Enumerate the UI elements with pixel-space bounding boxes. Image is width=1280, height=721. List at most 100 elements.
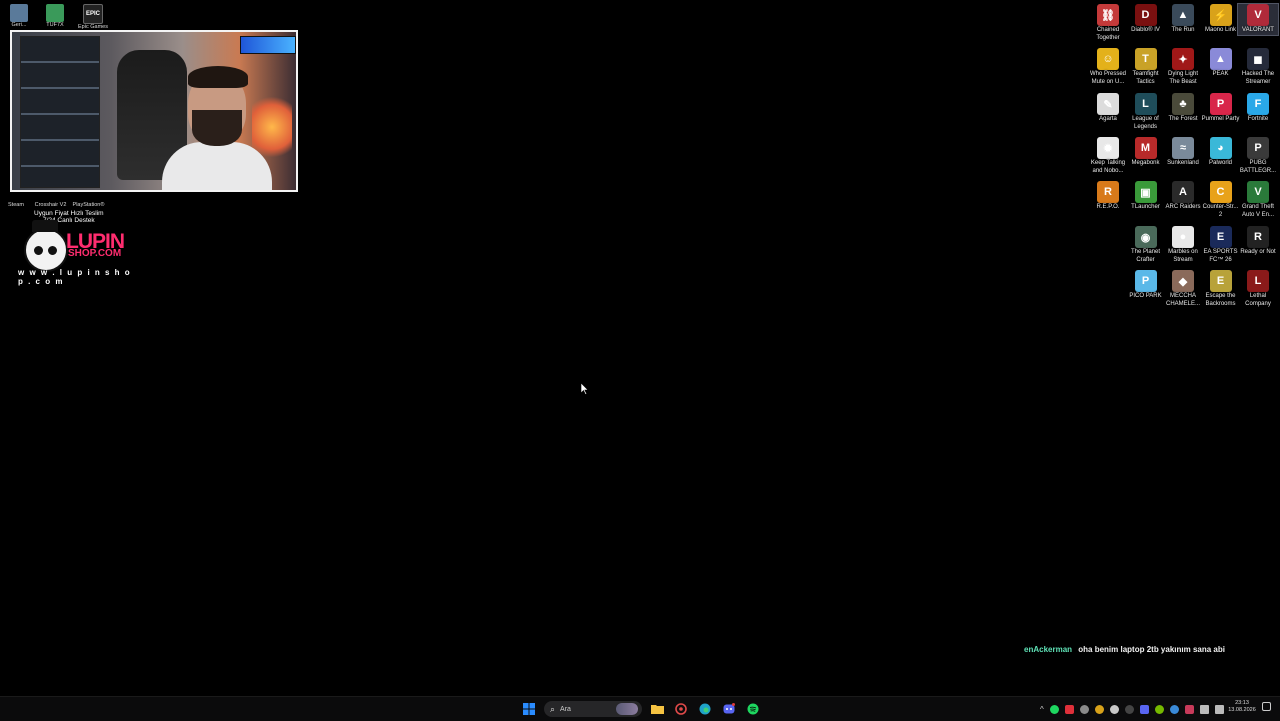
cam-person-beard	[192, 110, 242, 146]
desktop-icon-label: PICO PARK	[1129, 293, 1162, 299]
discord-button[interactable]	[720, 700, 738, 718]
chat-text: oha benim laptop 2tb yakınım sana abi	[1078, 645, 1225, 654]
app-icon: V	[1247, 4, 1269, 26]
app-button-1[interactable]	[672, 700, 690, 718]
desktop-icon-label: The Forest	[1168, 116, 1198, 122]
app-icon: ◼	[1247, 48, 1269, 70]
tray-spotify-icon[interactable]	[1049, 704, 1059, 714]
desktop-icon[interactable]: ▣ TLauncher	[1126, 181, 1166, 212]
desktop-icon[interactable]: P PICO PARK	[1126, 270, 1166, 301]
folder-icon	[650, 705, 664, 714]
desktop-icon[interactable]: M Megabonk	[1126, 137, 1166, 168]
desktop-icon[interactable]: ◼ Hacked The Streamer	[1238, 48, 1278, 86]
desktop-icon-label: VALORANT	[1242, 27, 1274, 33]
app-icon: ●	[1172, 226, 1194, 248]
desktop-icon-label: Palworld	[1208, 160, 1232, 166]
edge-icon	[699, 703, 711, 715]
crosshair-label[interactable]: Crosshair V2	[35, 202, 67, 208]
tray-steam-icon[interactable]	[1109, 704, 1119, 714]
tray-warning-icon[interactable]	[1094, 704, 1104, 714]
desktop-icon[interactable]: ⚡ Maono Link	[1201, 4, 1241, 35]
app-icon: ◆	[1172, 270, 1194, 292]
mouse-cursor-icon	[580, 382, 589, 400]
app-icon: ♣	[1172, 93, 1194, 115]
desktop-icon[interactable]: ♣ The Forest	[1163, 93, 1203, 124]
desktop-icon[interactable]: ◆ MECCHA CHAMELE...	[1163, 270, 1203, 308]
desktop-icon[interactable]: A ARC Raiders	[1163, 181, 1203, 212]
desktop-icon[interactable]: D Diablo® IV	[1126, 4, 1166, 35]
desktop-icon[interactable]: ✦ Dying Light The Beast	[1163, 48, 1203, 86]
desktop-icon[interactable]: ✎ Agarta	[1088, 93, 1128, 124]
clock-date: 13.08.2026	[1228, 707, 1256, 713]
desktop-icon[interactable]: L Lethal Company	[1238, 270, 1278, 308]
desktop-icon[interactable]: F Fortnite	[1238, 93, 1278, 124]
app-icon: L	[1247, 270, 1269, 292]
tray-discord-icon[interactable]	[1139, 704, 1149, 714]
steam-label[interactable]: Steam	[8, 202, 24, 208]
notification-icon[interactable]	[1262, 702, 1271, 711]
desktop-icon[interactable]: ⛓ Chained Together	[1088, 4, 1128, 42]
desktop-icon[interactable]: V Grand Theft Auto V En...	[1238, 181, 1278, 219]
desktop-icon[interactable]: P PUBG BATTLEGR...	[1238, 137, 1278, 175]
spotify-button[interactable]	[744, 700, 762, 718]
desktop-icon-epic[interactable]: EPIC Epic Games	[76, 4, 110, 31]
desktop-icon-label: Dying Light The Beast	[1167, 71, 1199, 85]
desktop-icon-label: Who Pressed Mute on U...	[1089, 71, 1126, 85]
start-button[interactable]	[520, 700, 538, 718]
desktop-icon[interactable]: E EA SPORTS FC™ 26	[1201, 226, 1241, 264]
app-icon: P	[1209, 93, 1232, 115]
desktop-icon[interactable]: ▲ PEAK	[1201, 48, 1241, 79]
desktop-icon[interactable]: ▲ The Run	[1163, 4, 1203, 35]
taskbar-center: ⌕ Ara	[520, 699, 762, 719]
taskbar-clock[interactable]: 23:13 13.08.2026	[1226, 700, 1258, 714]
desktop-icon-label: Hacked The Streamer	[1241, 71, 1275, 85]
desktop-icon[interactable]: ✹ Keep Talking and Nobo...	[1088, 137, 1128, 175]
desktop-icon[interactable]: ● Marbles on Stream	[1163, 226, 1203, 264]
app-icon: ☺	[1097, 48, 1119, 70]
search-highlight-icon	[616, 703, 638, 715]
desktop-icon[interactable]: T Teamfight Tactics	[1126, 48, 1166, 86]
app-icon: R	[1247, 226, 1269, 248]
tray-bluetooth-icon[interactable]	[1124, 704, 1134, 714]
mascot-eye-left	[34, 246, 43, 255]
desktop-icon-label: EA SPORTS FC™ 26	[1203, 249, 1238, 263]
taskbar-search[interactable]: ⌕ Ara	[544, 701, 642, 717]
desktop-icon-label: Geri...	[11, 22, 27, 28]
desktop-icon[interactable]: ≈ Sunkenland	[1163, 137, 1203, 168]
system-tray: ^	[1040, 701, 1224, 717]
epic-games-icon: EPIC	[83, 4, 103, 24]
tray-volume-icon[interactable]	[1214, 704, 1224, 714]
app-icon: L	[1134, 93, 1157, 115]
tray-app-icon[interactable]	[1079, 704, 1089, 714]
tray-chevron-up-icon[interactable]: ^	[1040, 705, 1044, 714]
playstation-label[interactable]: PlayStation®	[73, 202, 105, 208]
desktop-icon-recycle[interactable]: Geri...	[2, 4, 36, 29]
desktop-icon-tuf[interactable]: TUF7X	[38, 4, 72, 29]
desktop-icon[interactable]: ◉ The Planet Crafter	[1126, 226, 1166, 264]
tray-nvidia-icon[interactable]	[1154, 704, 1164, 714]
mascot-eye-right	[48, 246, 57, 255]
edge-button[interactable]	[696, 700, 714, 718]
desktop-icon-label: R.E.P.O.	[1096, 204, 1120, 210]
file-explorer-button[interactable]	[648, 700, 666, 718]
tray-mic-icon[interactable]	[1184, 704, 1194, 714]
desktop-icon-label: TUF7X	[46, 22, 64, 28]
desktop-icon[interactable]: R Ready or Not	[1238, 226, 1278, 257]
desktop-icon[interactable]: C Counter-Str... 2	[1201, 181, 1241, 219]
desktop-icon[interactable]: ◕ Palworld	[1201, 137, 1241, 168]
cam-shelf	[20, 36, 100, 188]
desktop-icon[interactable]: R R.E.P.O.	[1088, 181, 1128, 212]
desktop-icon[interactable]: L League of Legends	[1126, 93, 1166, 131]
desktop-icon[interactable]: P Pummel Party	[1201, 93, 1241, 124]
app-gear-icon	[675, 703, 687, 715]
desktop-icon-label: Sunkenland	[1167, 160, 1199, 166]
desktop-icon[interactable]: V VALORANT	[1237, 3, 1279, 36]
tray-app2-icon[interactable]	[1169, 704, 1179, 714]
tray-record-icon[interactable]	[1064, 704, 1074, 714]
panda-mascot-icon	[24, 220, 68, 272]
desktop-icon[interactable]: E Escape the Backrooms	[1201, 270, 1241, 308]
desktop-icon[interactable]: ☺ Who Pressed Mute on U...	[1088, 48, 1128, 86]
desktop-icon-label: ARC Raiders	[1165, 204, 1201, 210]
app-icon: ◉	[1134, 226, 1157, 248]
tray-network-icon[interactable]	[1199, 704, 1209, 714]
